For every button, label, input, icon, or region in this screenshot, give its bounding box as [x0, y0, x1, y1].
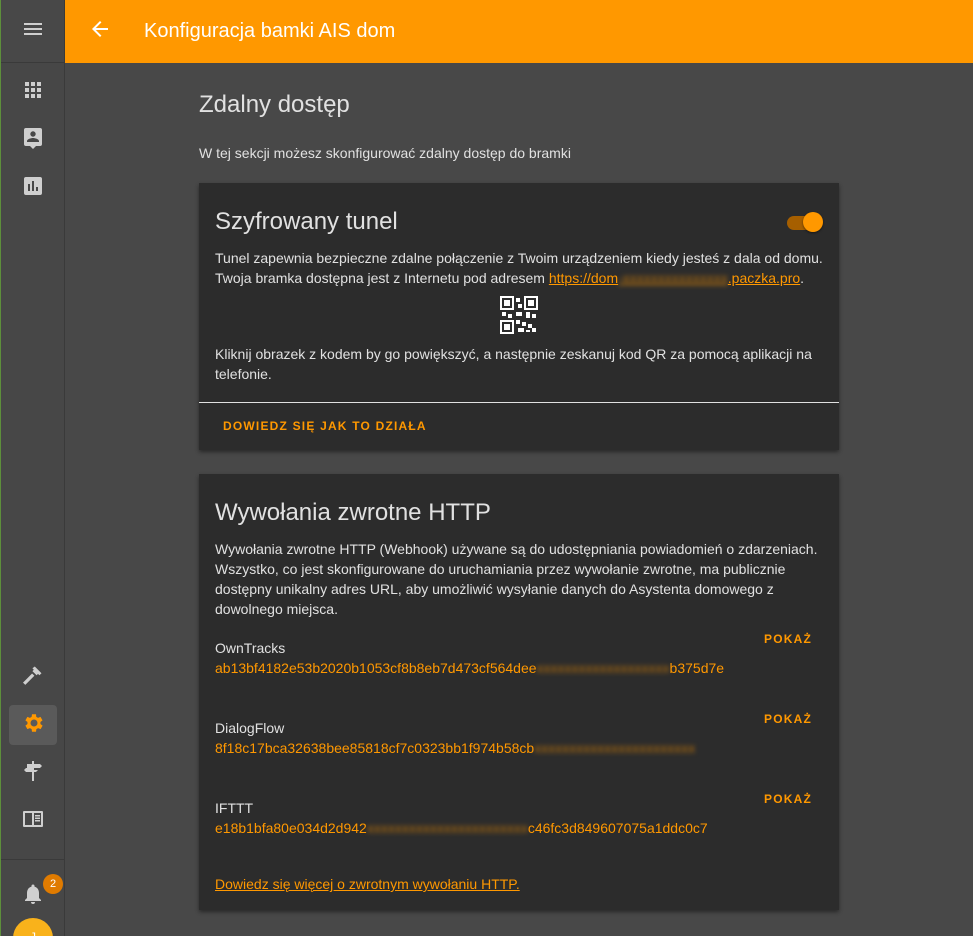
chart-icon [21, 174, 45, 203]
section-title: Zdalny dostęp [199, 91, 350, 118]
person-box-icon [21, 126, 45, 155]
webhook-id-visible: e18b1bfa80e034d2d942 [215, 820, 367, 836]
sidebar-item-people[interactable] [9, 120, 57, 160]
tunnel-card: Szyfrowany tunel Tunel zapewnia bezpiecz… [199, 183, 839, 450]
webhook-id-visible: ab13bf4182e53b2020b1053cf8b8eb7d473cf564… [215, 660, 537, 676]
webhook-id-visible: 8f18c17bca32638bee85818cf7c0323bb1f974b5… [215, 740, 535, 756]
webhook-id-redacted: xxxxxxxxxxxxxxxxxxxxxxx [366, 820, 528, 836]
sidebar-item-history[interactable] [9, 168, 57, 208]
toggle-knob [803, 212, 823, 232]
learn-how-button[interactable]: DOWIEDZ SIĘ JAK TO DZIAŁA [223, 419, 427, 433]
webhook-id: e18b1bfa80e034d2d942xxxxxxxxxxxxxxxxxxxx… [215, 818, 823, 838]
webhook-id-redacted: xxxxxxxxxxxxxxxxxxx [536, 660, 670, 676]
apps-grid-icon [21, 78, 45, 107]
tunnel-text-prefix: Twoja bramka dostępna jest z Internetu p… [215, 270, 549, 286]
url-start: https://dom [548, 270, 619, 286]
sidebar-header [1, 0, 64, 63]
section-intro: Zdalny dostęp W tej sekcji możesz skonfi… [199, 63, 839, 163]
webhook-item-dialogflow: DialogFlow 8f18c17bca32638bee85818cf7c03… [215, 712, 823, 762]
webhook-item-ifttt: IFTTT e18b1bfa80e034d2d942xxxxxxxxxxxxxx… [215, 792, 823, 842]
avatar[interactable]: J [13, 918, 53, 936]
tunnel-card-title: Szyfrowany tunel [215, 208, 398, 235]
show-button[interactable]: POKAŻ [764, 712, 812, 726]
webhook-id: ab13bf4182e53b2020b1053cf8b8eb7d473cf564… [215, 658, 823, 678]
tunnel-card-actions: DOWIEDZ SIĘ JAK TO DZIAŁA [199, 402, 839, 450]
show-button[interactable]: POKAŻ [764, 792, 812, 806]
sidebar-divider [1, 859, 65, 860]
webhook-name: OwnTracks [215, 640, 286, 656]
qr-code-image[interactable] [500, 296, 538, 334]
webhook-id-end: c46fc3d849607075a1ddc0c7 [527, 820, 708, 836]
tunnel-text-suffix: . [800, 270, 805, 286]
page-header-title: Konfiguracja bamki AIS dom [144, 20, 396, 42]
webhooks-card-title: Wywołania zwrotne HTTP [215, 499, 491, 526]
back-button[interactable] [65, 0, 135, 63]
show-button[interactable]: POKAŻ [764, 632, 812, 646]
sidebar-item-journal[interactable] [9, 801, 57, 841]
tunnel-toggle[interactable] [785, 212, 823, 232]
tunnel-text-line1: Tunel zapewnia bezpieczne zdalne połącze… [215, 250, 823, 266]
url-redacted: -xxxxxxxxxxxxxxx [618, 270, 728, 286]
webhook-id-end: b375d7e [669, 660, 725, 676]
webhooks-learn-more-link[interactable]: Dowiedz się więcej o zwrotnym wywołaniu … [215, 874, 520, 894]
signpost-icon [21, 759, 45, 788]
webhook-id: 8f18c17bca32638bee85818cf7c0323bb1f974b5… [215, 738, 823, 758]
webhooks-card: Wywołania zwrotne HTTP Wywołania zwrotne… [199, 474, 839, 910]
sidebar-item-overview[interactable] [9, 72, 57, 112]
tunnel-url-link[interactable]: https://dom-xxxxxxxxxxxxxxx.paczka.pro [549, 270, 800, 286]
tunnel-text-line2: Twoja bramka dostępna jest z Internetu p… [215, 268, 823, 288]
sidebar-item-settings[interactable] [9, 705, 57, 745]
webhooks-description: Wywołania zwrotne HTTP (Webhook) używane… [215, 541, 818, 617]
notification-badge: 2 [43, 873, 63, 894]
bell-icon: 2 [21, 873, 63, 911]
section-description: W tej sekcji możesz skonfigurować zdalny… [199, 145, 571, 161]
webhook-id-redacted: xxxxxxxxxxxxxxxxxxxxxxx [534, 740, 696, 756]
qr-hint: Kliknij obrazek z kodem by go powiększyć… [215, 346, 812, 382]
menu-icon[interactable] [21, 17, 45, 46]
tunnel-description: Tunel zapewnia bezpieczne zdalne połącze… [199, 248, 839, 288]
sidebar-item-developer-tools[interactable] [9, 657, 57, 697]
hammer-icon [21, 663, 45, 692]
webhook-name: IFTTT [215, 800, 254, 816]
app-header: Konfiguracja bamki AIS dom [65, 0, 973, 63]
sidebar: 2 J [0, 0, 65, 936]
sidebar-item-notifications[interactable]: 2 [9, 873, 63, 916]
webhook-item-owntracks: OwnTracks ab13bf4182e53b2020b1053cf8b8eb… [215, 632, 823, 682]
gear-icon [21, 711, 45, 740]
url-end: .paczka.pro [727, 270, 801, 286]
arrow-back-icon [88, 17, 112, 46]
webhook-name: DialogFlow [215, 720, 285, 736]
book-icon [21, 807, 45, 836]
sidebar-item-signpost[interactable] [9, 753, 57, 793]
